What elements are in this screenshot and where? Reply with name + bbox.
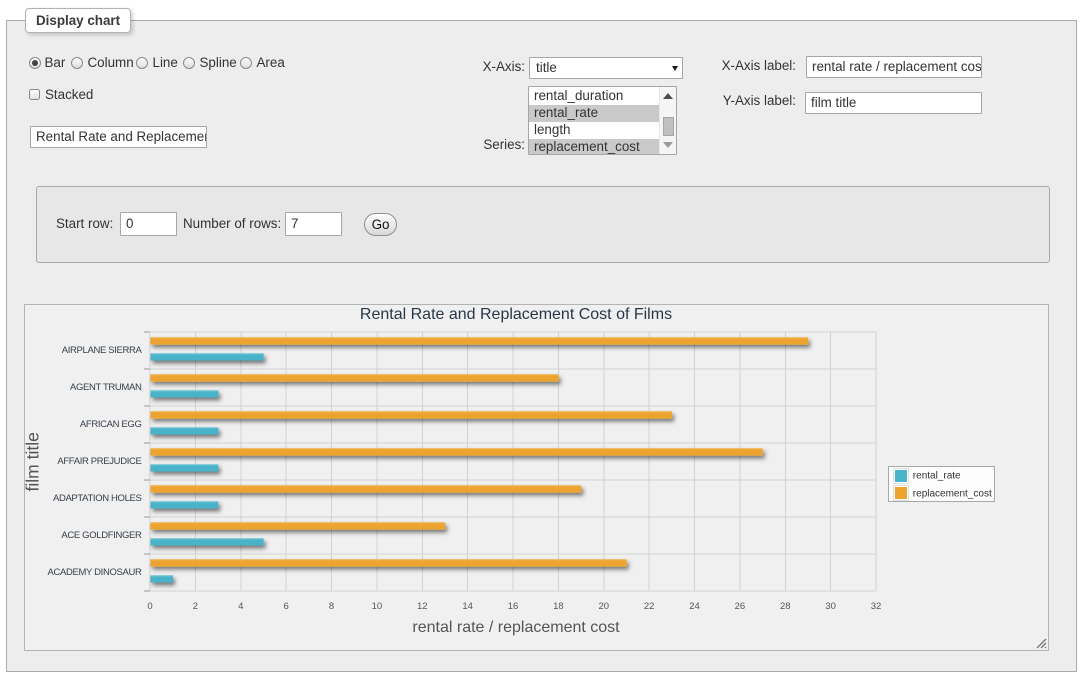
svg-text:30: 30: [825, 601, 836, 612]
svg-text:AFRICAN EGG: AFRICAN EGG: [80, 419, 142, 430]
svg-text:22: 22: [644, 601, 655, 612]
svg-text:ACADEMY DINOSAUR: ACADEMY DINOSAUR: [48, 567, 142, 578]
svg-text:0: 0: [147, 601, 152, 612]
svg-text:14: 14: [462, 601, 473, 612]
svg-text:replacement_cost: replacement_cost: [913, 489, 992, 500]
svg-text:ACE GOLDFINGER: ACE GOLDFINGER: [61, 530, 142, 541]
svg-text:4: 4: [238, 601, 243, 612]
svg-text:10: 10: [372, 601, 383, 612]
svg-text:film title: film title: [25, 432, 43, 491]
svg-text:Rental Rate and Replacement Co: Rental Rate and Replacement Cost of Film…: [360, 306, 672, 323]
svg-text:28: 28: [780, 601, 791, 612]
svg-text:AIRPLANE SIERRA: AIRPLANE SIERRA: [62, 345, 143, 356]
svg-text:8: 8: [329, 601, 334, 612]
svg-text:16: 16: [508, 601, 519, 612]
svg-text:AFFAIR PREJUDICE: AFFAIR PREJUDICE: [57, 456, 141, 467]
svg-text:32: 32: [871, 601, 882, 612]
svg-text:2: 2: [193, 601, 198, 612]
svg-text:6: 6: [283, 601, 288, 612]
svg-text:12: 12: [417, 601, 428, 612]
svg-text:rental_rate: rental_rate: [913, 471, 961, 482]
svg-text:ADAPTATION HOLES: ADAPTATION HOLES: [53, 493, 142, 504]
svg-text:24: 24: [689, 601, 700, 612]
svg-text:26: 26: [735, 601, 746, 612]
svg-text:AGENT TRUMAN: AGENT TRUMAN: [70, 382, 142, 393]
svg-text:rental rate / replacement cost: rental rate / replacement cost: [412, 619, 620, 636]
svg-text:20: 20: [598, 601, 609, 612]
svg-text:18: 18: [553, 601, 564, 612]
